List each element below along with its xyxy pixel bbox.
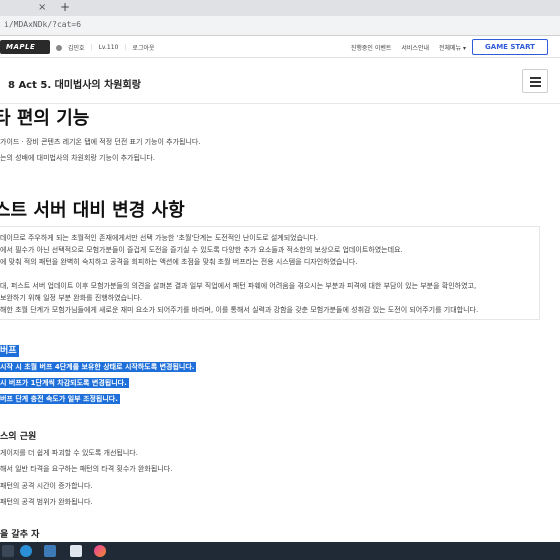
game-start-button[interactable]: GAME START xyxy=(472,39,548,55)
browser-tab-strip: × + xyxy=(0,0,560,16)
selected-text[interactable]: 시작 시 초월 버프 4단계를 보유한 상태로 시작하도록 변경됩니다. xyxy=(0,362,197,372)
user-info: 김민호 | Lv.110 | 로그아웃 xyxy=(56,43,155,52)
article-content: 타 편의 기능 가이드 · 장비 콘텐츠 레기온 탭에 적정 던전 표기 기능이… xyxy=(0,104,560,542)
notice-line: 보완하기 위해 일정 부분 완화를 진행하였습니다. xyxy=(0,294,143,302)
selected-line: 버프 단계 충전 속도가 일부 조정됩니다. xyxy=(0,394,120,404)
page-title: 8 Act 5. 대미법사의 차원회랑 xyxy=(8,80,141,91)
subsection-title-core: 스의 근원 xyxy=(0,432,37,442)
notice-line: 대, 퍼스트 서버 업데이트 이후 모험가분들의 의견을 살펴본 결과 일부 직… xyxy=(0,282,477,290)
paragraph: 해서 일반 타격을 요구하는 패턴의 타격 횟수가 완화됩니다. xyxy=(0,465,173,473)
menu-icon xyxy=(530,77,541,79)
section-title-convenience: 타 편의 기능 xyxy=(0,108,90,129)
nav-links: 진행중인 이벤트 서비스안내 전체메뉴 ▾ xyxy=(351,43,466,52)
menu-icon-line xyxy=(530,85,541,87)
selected-line: 시 버프가 1단계씩 차감되도록 변경됩니다. xyxy=(0,378,129,388)
selected-text[interactable]: 시 버프가 1단계씩 차감되도록 변경됩니다. xyxy=(0,378,129,388)
window-icon[interactable] xyxy=(44,545,56,557)
logout-link[interactable]: 로그아웃 xyxy=(132,43,154,52)
edge-icon[interactable] xyxy=(20,545,32,557)
address-bar[interactable]: i/MDAxNDk/?cat=6 xyxy=(0,16,560,36)
paragraph: 가이드 · 장비 콘텐츠 레기온 탭에 적정 던전 표기 기능이 추가됩니다. xyxy=(0,138,201,146)
selected-line: 시작 시 초월 버프 4단계를 보유한 상태로 시작하도록 변경됩니다. xyxy=(0,362,197,372)
subsection-title-last: 을 갈추 자 xyxy=(0,530,40,540)
paragraph: 는의 성배에 대미법사의 차원회랑 기능이 추가됩니다. xyxy=(0,154,156,162)
section-title-changes: 스트 서버 대비 변경 사항 xyxy=(0,200,185,221)
paragraph: 게이지를 더 쉽게 파괴할 수 있도록 개선됩니다. xyxy=(0,449,138,457)
user-icon xyxy=(56,44,62,51)
selected-text[interactable]: 버프 xyxy=(0,345,19,357)
hamburger-menu-button[interactable] xyxy=(522,69,548,93)
site-logo[interactable]: MAPLE xyxy=(0,40,50,54)
menu-icon-line xyxy=(530,81,541,83)
nav-link-all-menu[interactable]: 전체메뉴 ▾ xyxy=(439,43,466,52)
selected-text[interactable]: 버프 단계 충전 속도가 일부 조정됩니다. xyxy=(0,394,120,404)
notice-line: 데이므로 주우하게 되는 초월적인 존재에게서만 선택 가능한 '초월'단계는 … xyxy=(0,234,319,242)
paragraph: 패턴의 공격 범위가 완화됩니다. xyxy=(0,498,93,506)
site-top-nav: MAPLE 김민호 | Lv.110 | 로그아웃 진행중인 이벤트 서비스안내… xyxy=(0,36,560,58)
user-name: 김민호 xyxy=(68,45,85,52)
nav-link-service[interactable]: 서비스안내 xyxy=(401,43,429,52)
notepad-icon[interactable] xyxy=(70,545,82,557)
divider: | xyxy=(90,44,93,51)
notice-box: 데이므로 주우하게 되는 초월적인 존재에게서만 선택 가능한 '초월'단계는 … xyxy=(0,226,540,320)
page-header: 8 Act 5. 대미법사의 차원회랑 xyxy=(0,58,560,104)
paragraph: 패턴의 공격 시간이 증가합니다. xyxy=(0,482,93,490)
tab-close-icon[interactable]: × xyxy=(38,2,46,14)
subsection-title-buff: 버프 xyxy=(0,343,19,357)
start-icon[interactable] xyxy=(2,545,14,557)
os-taskbar xyxy=(0,542,560,560)
notice-line: 에서 필수가 아닌 선택적으로 모험가분들이 즐겁게 도전을 즐기실 수 있도록… xyxy=(0,246,403,254)
user-level: Lv.110 xyxy=(98,44,119,51)
app-icon[interactable] xyxy=(94,545,106,557)
notice-line: 해한 초월 단계가 모험가님들에게 새로운 재미 요소가 되어주기를 바라며, … xyxy=(0,306,479,314)
divider: | xyxy=(124,44,127,51)
notice-line: 에 맞춰 적의 패턴을 완벽히 숙지하고 공격을 회피하는 액션에 초점을 맞춰… xyxy=(0,258,358,266)
url-text[interactable]: i/MDAxNDk/?cat=6 xyxy=(4,20,81,29)
new-tab-button[interactable]: + xyxy=(60,1,70,14)
nav-link-events[interactable]: 진행중인 이벤트 xyxy=(351,43,392,52)
